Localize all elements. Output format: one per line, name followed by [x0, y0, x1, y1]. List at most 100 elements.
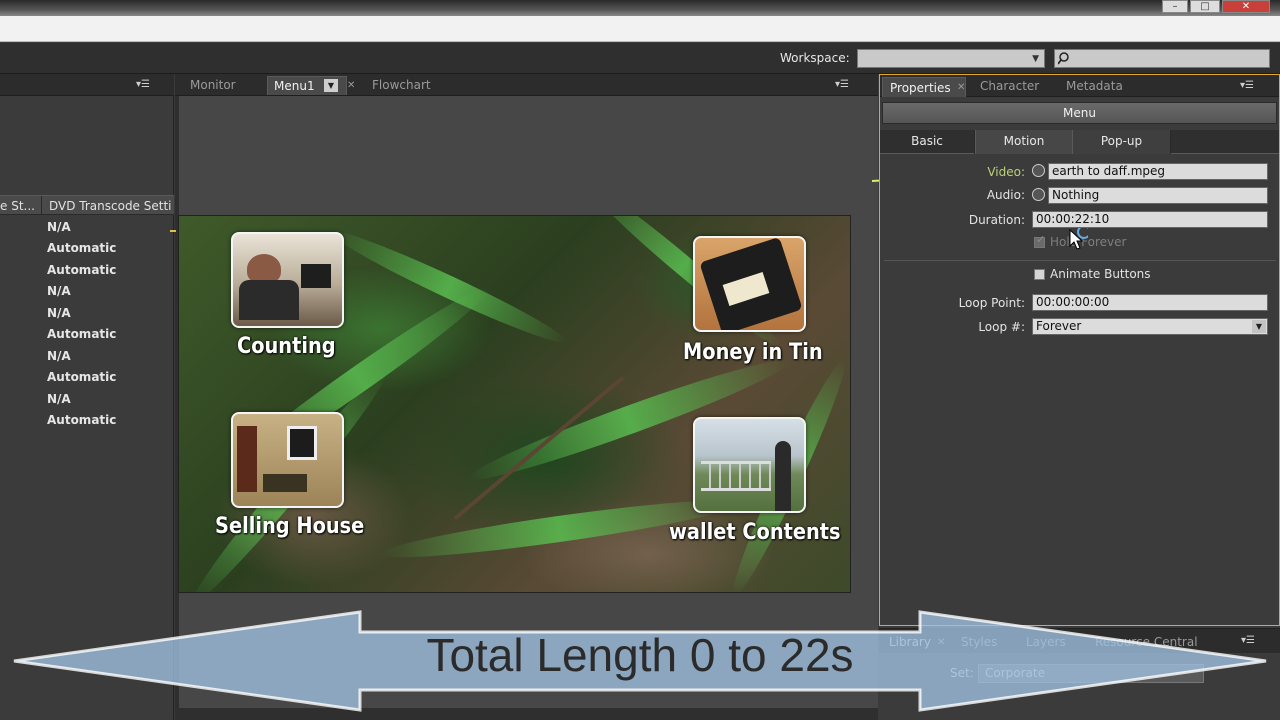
loop-point-field[interactable]: 00:00:00:00 — [1032, 294, 1268, 311]
menu-button-counting[interactable]: Counting — [237, 334, 336, 359]
properties-subtabs: Basic Motion Pop-up — [880, 130, 1279, 154]
table-row[interactable]: N/A — [47, 349, 71, 363]
chevron-down-icon: ▼ — [1032, 54, 1039, 64]
tab-properties-label: Properties — [890, 81, 951, 95]
table-row[interactable]: N/A — [47, 220, 71, 234]
thumbnail-counting[interactable] — [231, 232, 344, 328]
door-figure — [237, 426, 257, 492]
set-select[interactable]: Corporate — [978, 664, 1204, 683]
table-row[interactable]: N/A — [47, 306, 71, 320]
menu-canvas[interactable]: Counting Money in Tin Selling House wall… — [178, 215, 851, 593]
tab-monitor[interactable]: Monitor — [190, 78, 236, 92]
tab-metadata[interactable]: Metadata — [1066, 79, 1123, 93]
window-title-bar — [0, 0, 1280, 16]
loop-count-value: Forever — [1036, 319, 1082, 333]
register-figure — [301, 264, 331, 288]
set-value: Corporate — [985, 666, 1045, 680]
search-input[interactable] — [1054, 49, 1270, 68]
tab-styles[interactable]: Styles — [961, 635, 997, 649]
tab-resource-central[interactable]: Resource Central — [1095, 635, 1198, 649]
chevron-down-icon[interactable]: ▼ — [1252, 320, 1266, 333]
center-tab-bar: Monitor Menu1 ▼ ✕ Flowchart ▾☰ — [175, 74, 878, 96]
table-row[interactable]: N/A — [47, 392, 71, 406]
loop-count-label: Loop #: — [978, 320, 1025, 334]
menu-button-money-in-tin[interactable]: Money in Tin — [683, 340, 823, 365]
library-tab-bar: Library ✕ Styles Layers Resource Central… — [879, 629, 1280, 653]
loop-point-label: Loop Point: — [958, 296, 1025, 310]
tab-menu1[interactable]: Menu1 ▼ — [267, 76, 347, 95]
thumbnail-wallet-contents[interactable] — [693, 417, 806, 513]
duration-label: Duration: — [968, 213, 1025, 227]
menu-button-selling-house[interactable]: Selling House — [215, 514, 364, 539]
table-row[interactable]: Automatic — [47, 370, 116, 384]
leaf-decoration — [326, 222, 572, 352]
subtab-motion[interactable]: Motion — [975, 130, 1073, 154]
video-field[interactable]: earth to daff.mpeg — [1048, 163, 1268, 180]
panel-menu-icon[interactable]: ▾☰ — [1241, 635, 1255, 646]
thumbnail-money-in-tin[interactable] — [693, 236, 806, 332]
table-row[interactable]: Automatic — [47, 413, 116, 427]
tab-character[interactable]: Character — [980, 79, 1039, 93]
set-label: Set: — [950, 666, 974, 680]
chevron-down-icon[interactable]: ▼ — [324, 79, 338, 92]
table-row[interactable]: Automatic — [47, 241, 116, 255]
subtab-basic[interactable]: Basic — [880, 130, 975, 154]
properties-title: Menu — [1063, 106, 1096, 120]
workspace-select[interactable]: ▼ — [857, 49, 1045, 68]
tab-properties[interactable]: Properties ✕ — [882, 77, 966, 97]
pickwhip-icon[interactable] — [1032, 164, 1045, 177]
subtab-popup[interactable]: Pop-up — [1073, 130, 1171, 154]
person-figure — [239, 280, 299, 320]
window-figure — [287, 426, 317, 460]
check-icon: ✓ — [1036, 233, 1046, 246]
table-row[interactable]: Automatic — [47, 327, 116, 341]
column-header-status[interactable]: e St... — [0, 199, 35, 213]
project-panel-header: ▾☰ — [0, 74, 174, 96]
properties-tab-bar: Properties ✕ Character Metadata ▾☰ — [880, 75, 1279, 97]
close-button[interactable]: ✕ — [1222, 0, 1270, 13]
maximize-button[interactable]: □ — [1190, 0, 1220, 13]
person-figure — [775, 441, 791, 511]
column-header-row: e St... DVD Transcode Setti — [0, 195, 174, 215]
workspace-label: Workspace: — [780, 51, 850, 65]
table-row[interactable]: N/A — [47, 284, 71, 298]
thumbnail-selling-house[interactable] — [231, 412, 344, 508]
animate-buttons-checkbox[interactable] — [1034, 269, 1045, 280]
hold-forever-label: Hold Forever — [1050, 235, 1127, 249]
menu-bar — [0, 16, 1280, 42]
marker — [170, 230, 176, 232]
panel-menu-icon[interactable]: ▾☰ — [835, 79, 849, 90]
twig-decoration — [453, 375, 625, 521]
search-icon — [1058, 52, 1069, 65]
menu-button-wallet-contents[interactable]: wallet Contents — [669, 520, 841, 545]
gate-figure — [701, 461, 771, 491]
overlay-caption: Total Length 0 to 22s — [426, 629, 854, 681]
bottom-toolbar — [175, 708, 878, 720]
loop-count-select[interactable]: Forever ▼ — [1032, 318, 1268, 335]
tab-menu1-label: Menu1 — [274, 79, 315, 93]
audio-label: Audio: — [986, 188, 1025, 202]
panel-menu-icon[interactable]: ▾☰ — [1240, 80, 1254, 91]
properties-title-bar: Menu — [882, 102, 1277, 124]
close-tab-icon[interactable]: ✕ — [347, 80, 355, 91]
bench-figure — [263, 474, 307, 492]
tab-flowchart[interactable]: Flowchart — [372, 78, 431, 92]
animate-buttons-label: Animate Buttons — [1050, 267, 1151, 281]
video-label: Video: — [987, 165, 1025, 179]
pickwhip-icon[interactable] — [1032, 188, 1045, 201]
audio-field[interactable]: Nothing — [1048, 187, 1268, 204]
column-divider[interactable] — [41, 196, 42, 214]
library-panel: Library ✕ Styles Layers Resource Central… — [879, 628, 1280, 720]
tab-layers[interactable]: Layers — [1026, 635, 1066, 649]
minimize-button[interactable]: – — [1162, 0, 1188, 13]
close-tab-icon[interactable]: ✕ — [937, 637, 945, 648]
column-header-transcode[interactable]: DVD Transcode Setti — [49, 199, 172, 213]
close-tab-icon[interactable]: ✕ — [957, 82, 965, 93]
section-divider — [884, 260, 1276, 261]
duration-field[interactable]: 00:00:22:10 — [1032, 211, 1268, 228]
table-row[interactable]: Automatic — [47, 263, 116, 277]
mouse-cursor-icon — [1069, 228, 1088, 250]
panel-menu-icon[interactable]: ▾☰ — [136, 79, 150, 90]
project-panel: ▾☰ e St... DVD Transcode Setti N/A Autom… — [0, 74, 174, 720]
properties-panel: Properties ✕ Character Metadata ▾☰ Menu … — [879, 74, 1280, 626]
